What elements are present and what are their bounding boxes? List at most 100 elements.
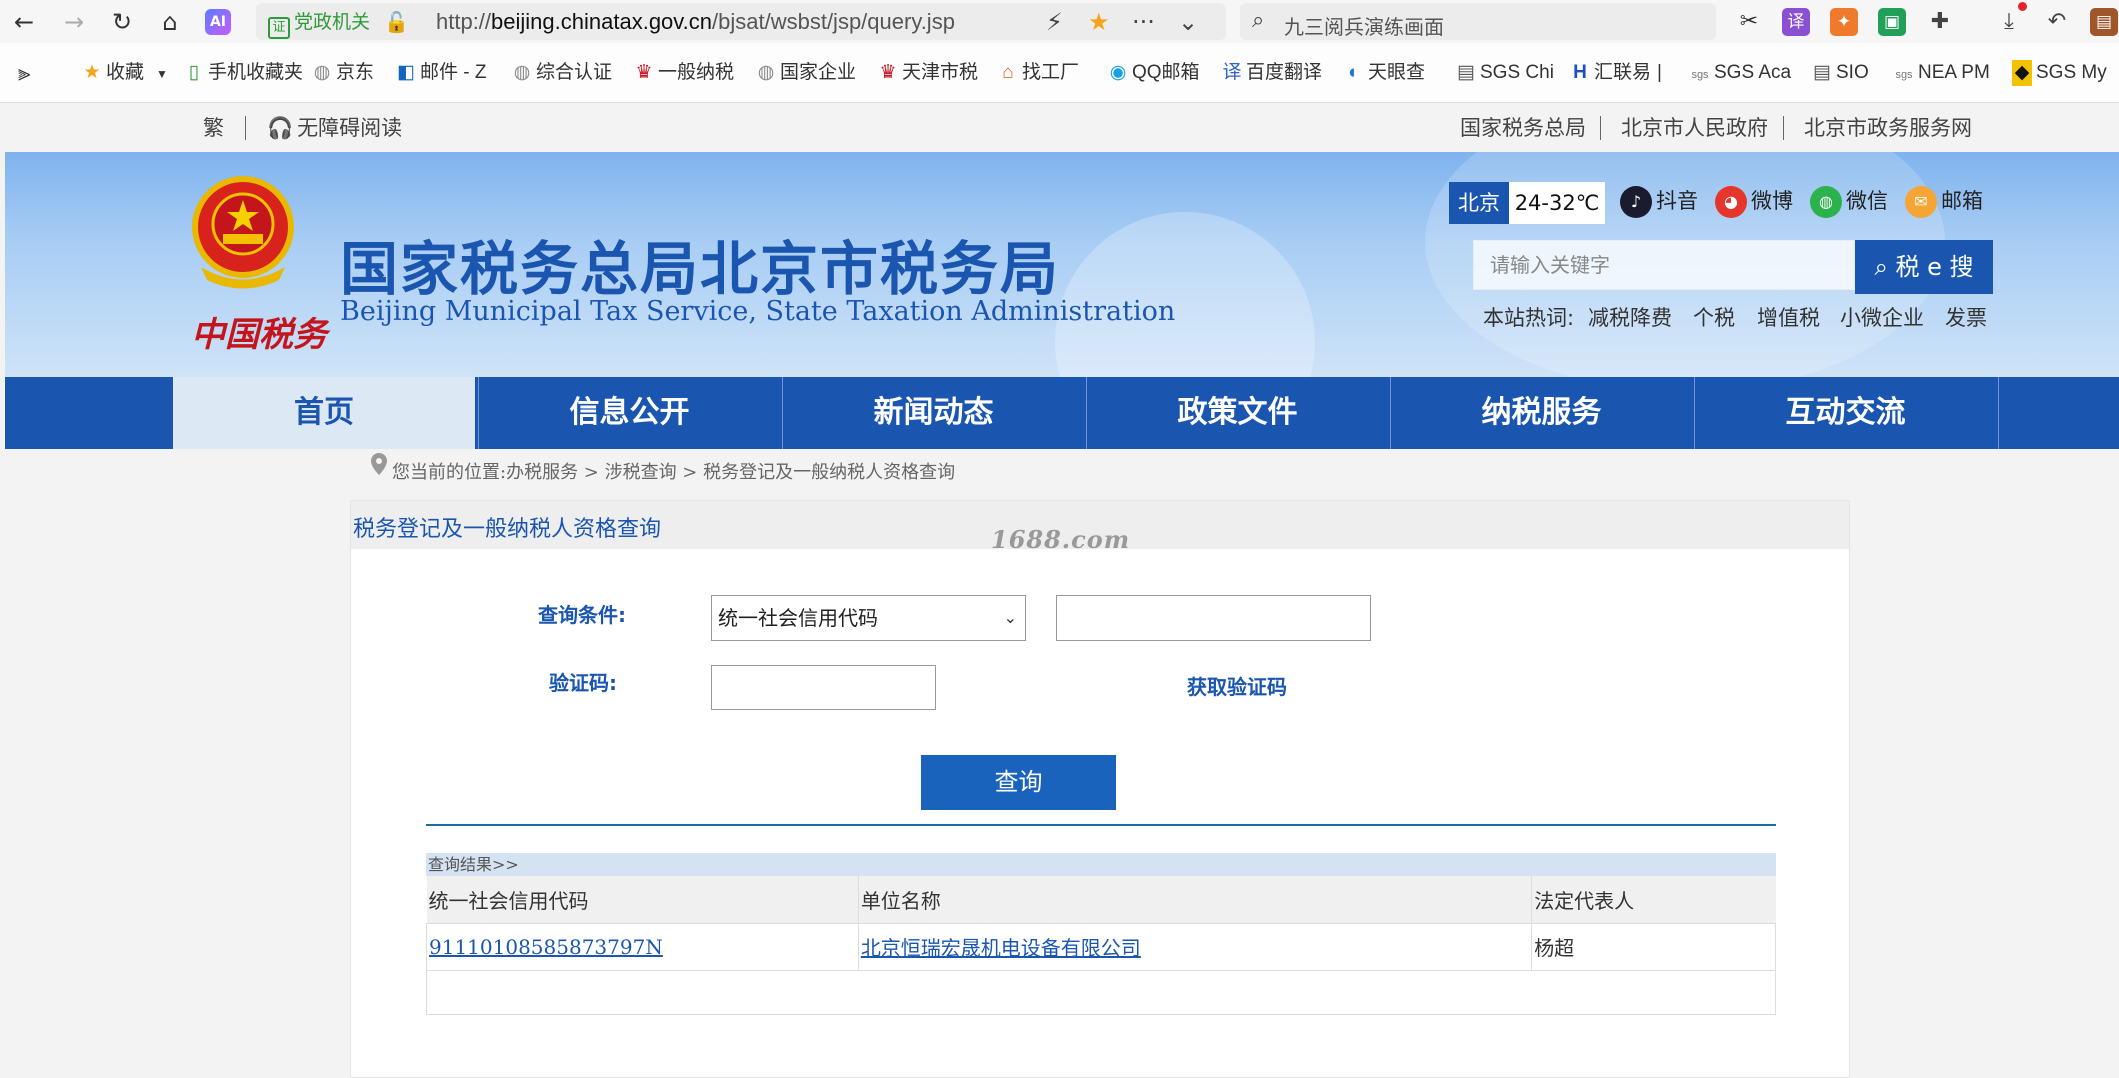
browser-search-bar[interactable]: ⌕ 九三阅兵演练画面 — [1240, 3, 1716, 40]
address-bar[interactable]: 证党政机关 🔓 http://beijing.chinatax.gov.cn/b… — [256, 3, 1226, 40]
douyin-icon: ♪ — [1620, 186, 1652, 218]
bookmark-separator: | — [1657, 62, 1662, 83]
social-douyin[interactable]: ♪ 抖音 — [1620, 184, 1698, 218]
social-mail[interactable]: ✉ 邮箱 — [1905, 184, 1983, 218]
bookmark-item[interactable]: sgs NEA PM — [1894, 60, 1989, 88]
results-table: 统一社会信用代码 单位名称 法定代表人 91110108585873797N 北… — [426, 876, 1776, 1015]
download-icon[interactable]: ⤓ — [1995, 8, 2023, 36]
get-captcha-link[interactable]: 获取验证码 — [1187, 673, 1287, 701]
nav-tax-service[interactable]: 纳税服务 — [1390, 377, 1692, 449]
hot-word[interactable]: 减税降费 — [1588, 304, 1672, 332]
bookmark-item[interactable]: ♛ 一般纳税 — [634, 60, 734, 86]
bookmark-item[interactable]: ◐ 天眼查 — [1344, 60, 1425, 86]
book-ext-icon[interactable]: ▣ — [1878, 8, 1906, 36]
nav-divider — [1998, 377, 1999, 449]
watermark: 1688.com — [991, 525, 1131, 554]
company-name-link[interactable]: 北京恒瑞宏晟机电设备有限公司 — [861, 936, 1141, 960]
table-row: 91110108585873797N 北京恒瑞宏晟机电设备有限公司 杨超 — [426, 923, 1776, 971]
star-icon[interactable]: ★ — [1088, 8, 1110, 36]
home-icon[interactable]: ⌂ — [154, 6, 186, 38]
phone-icon: ▯ — [188, 62, 200, 83]
back-arrow-icon[interactable]: ← — [8, 6, 40, 38]
social-label: 抖音 — [1656, 189, 1698, 213]
hot-word[interactable]: 个税 — [1693, 304, 1735, 332]
nav-home[interactable]: 首页 — [173, 377, 475, 449]
bookmark-item[interactable]: ▤ SGS Chi — [1456, 60, 1554, 86]
condition-label: 查询条件: — [538, 603, 626, 627]
bookmark-item[interactable]: ▤ SIO — [1812, 60, 1869, 86]
bookmark-item[interactable]: ★ 收藏 ▼ — [82, 60, 167, 87]
bookmark-label: SGS Chi — [1480, 62, 1554, 83]
bookmark-item[interactable]: ▯ 手机收藏夹 — [184, 60, 303, 86]
top-link-gov-services[interactable]: 北京市政务服务网 — [1804, 114, 1972, 142]
top-link-beijing-gov[interactable]: 北京市人民政府 — [1621, 114, 1768, 142]
undo-icon[interactable]: ↶ — [2043, 8, 2071, 36]
bookmark-item[interactable]: 译百度翻译 — [1222, 60, 1322, 86]
game-ext-icon[interactable]: ✦ — [1830, 8, 1858, 36]
tianyan-icon: ◐ — [1348, 62, 1360, 83]
site-search-button-label: 税 e 搜 — [1895, 253, 1974, 281]
bookmark-item[interactable]: ◍ 国家企业 — [756, 60, 856, 86]
bookmark-item[interactable]: ◆ SGS My — [2012, 60, 2107, 86]
nav-interaction[interactable]: 互动交流 — [1694, 377, 1996, 449]
site-search-button[interactable]: ⌕ 税 e 搜 — [1855, 240, 1993, 294]
top-link-sat[interactable]: 国家税务总局 — [1460, 114, 1586, 142]
globe-icon: ◍ — [313, 62, 331, 83]
emblem-icon: ♛ — [879, 62, 897, 83]
credit-code-link[interactable]: 91110108585873797N — [429, 935, 663, 959]
nav-info-disclosure[interactable]: 信息公开 — [478, 377, 780, 449]
translate-icon: 译 — [1222, 62, 1242, 83]
bookmark-label: 国家企业 — [780, 62, 857, 83]
national-emblem-icon — [192, 176, 294, 289]
site-search-input[interactable]: 请输入关键字 — [1473, 240, 1855, 290]
nav-policy[interactable]: 政策文件 — [1086, 377, 1388, 449]
briefcase-icon[interactable]: ▤ — [2090, 8, 2118, 36]
bookmark-label: QQ邮箱 — [1132, 62, 1200, 83]
bookmark-item[interactable]: sgs SGS Aca — [1690, 60, 1791, 88]
hot-word[interactable]: 发票 — [1945, 304, 1987, 332]
site-banner: 中国税务 国家税务总局北京市税务局 Beijing Municipal Tax … — [5, 152, 2119, 377]
social-label: 邮箱 — [1941, 189, 1983, 213]
bookmark-item[interactable]: ♛ 天津市税 — [878, 60, 978, 86]
social-wechat[interactable]: ◍ 微信 — [1810, 184, 1888, 218]
reload-icon[interactable]: ↻ — [106, 6, 138, 38]
bookmark-item[interactable]: ◍ 京东 — [312, 60, 374, 86]
hot-word[interactable]: 小微企业 — [1840, 304, 1924, 332]
site-title: 国家税务总局北京市税务局 — [340, 235, 1061, 303]
bookmark-item[interactable]: ◧ 邮件 - Z — [396, 60, 486, 86]
h-icon: H — [1573, 62, 1587, 83]
bookmark-item[interactable]: ◉ QQ邮箱 — [1108, 60, 1200, 86]
extensions-icon[interactable]: ✚ — [1926, 8, 1954, 36]
bookmark-item[interactable]: ◍ 综合认证 — [512, 60, 612, 86]
ai-assistant-icon[interactable]: AI — [205, 9, 231, 35]
chevron-down-icon[interactable]: ⌄ — [1178, 8, 1198, 36]
scissors-icon[interactable]: ✂ — [1735, 8, 1763, 36]
traditional-chinese-link[interactable]: 繁 — [203, 114, 224, 142]
social-weibo[interactable]: ◕ 微博 — [1715, 184, 1793, 218]
table-header-row: 统一社会信用代码 单位名称 法定代表人 — [426, 876, 1776, 924]
emblem-icon: ♛ — [635, 62, 653, 83]
bookmark-item[interactable]: H 汇联易 | — [1570, 60, 1662, 86]
query-button[interactable]: 查询 — [921, 755, 1116, 810]
section-divider — [426, 824, 1776, 826]
url-text[interactable]: http://beijing.chinatax.gov.cn/bjsat/wsb… — [436, 9, 955, 35]
accessibility-link[interactable]: 🎧 无障碍阅读 — [267, 114, 402, 142]
chevron-down-icon: ⌄ — [1003, 608, 1017, 627]
condition-value-input[interactable] — [1056, 595, 1371, 641]
translate-ext-icon[interactable]: 译 — [1782, 8, 1810, 36]
bookmark-label: 京东 — [336, 62, 375, 83]
lightning-icon[interactable]: ⚡ — [1046, 8, 1063, 36]
bookmark-item[interactable]: ⌂ 找工厂 — [998, 60, 1079, 86]
url-domain: beijing.chinatax.gov.cn — [491, 9, 713, 34]
more-icon[interactable]: ··· — [1132, 8, 1155, 36]
sidebar-toggle-icon[interactable]: ⫸ — [18, 60, 30, 86]
captcha-input[interactable] — [711, 665, 936, 710]
nav-news[interactable]: 新闻动态 — [782, 377, 1084, 449]
not-secure-icon[interactable]: 🔓 — [384, 10, 409, 34]
results-header: 查询结果>> — [426, 853, 1776, 876]
qq-icon: ◉ — [1109, 62, 1127, 83]
hot-word[interactable]: 增值税 — [1757, 304, 1820, 332]
forward-arrow-icon[interactable]: → — [58, 6, 90, 38]
table-cell: 91110108585873797N — [426, 923, 859, 971]
condition-select[interactable]: 统一社会信用代码 ⌄ — [711, 595, 1026, 641]
